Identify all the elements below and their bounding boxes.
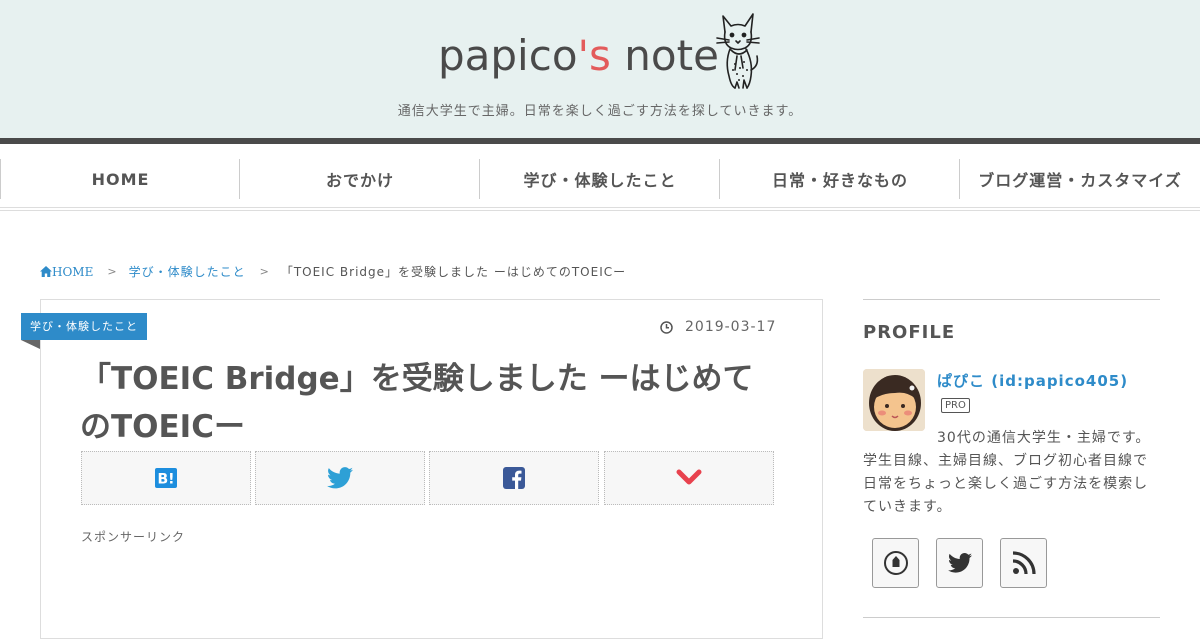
nav-item-blog[interactable]: ブログ運営・カスタマイズ: [959, 159, 1200, 199]
article-title: 「TOEIC Bridge」を受験しました ーはじめてのTOEICー: [80, 361, 754, 445]
pro-badge: PRO: [941, 398, 970, 413]
category-label-fold: [21, 340, 40, 349]
svg-text:B!: B!: [157, 472, 174, 488]
site-tagline: 通信大学生で主婦。日常を楽しく過ごす方法を探していきます。: [397, 104, 803, 119]
nav-item-nichijou[interactable]: 日常・好きなもの: [719, 159, 960, 199]
nav-item-label: ブログ運営・カスタマイズ: [978, 171, 1182, 190]
site-logo[interactable]: papico's note: [438, 26, 719, 86]
nav-item-odekake[interactable]: おでかけ: [239, 159, 480, 199]
logo-accent: 's: [577, 31, 611, 80]
breadcrumb-current: 「TOEIC Bridge」を受験しました ーはじめてのTOEICー: [280, 265, 627, 279]
rss-button[interactable]: [1000, 538, 1047, 588]
breadcrumb-home-label: HOME: [52, 264, 94, 279]
nav-item-label: HOME: [91, 169, 150, 189]
global-nav: HOME おでかけ 学び・体験したこと 日常・好きなもの ブログ運営・カスタマイ…: [0, 144, 1200, 210]
facebook-share-button[interactable]: [429, 451, 599, 505]
nav-item-label: おでかけ: [325, 171, 394, 190]
hatena-bookmark-icon: B!: [155, 468, 177, 488]
pocket-icon: [676, 469, 702, 485]
twitter-share-button[interactable]: [255, 451, 425, 505]
sidebar-divider: [863, 299, 1160, 300]
sponsor-label: スポンサーリンク: [81, 530, 186, 544]
pocket-share-button[interactable]: [604, 451, 774, 505]
profile-description: 30代の通信大学生・主婦です。学生目線、主婦目線、ブログ初心者目線で日常をちょっ…: [863, 430, 1151, 515]
nav-divider: [0, 210, 1200, 211]
twitter-icon: [947, 553, 972, 573]
avatar[interactable]: [863, 369, 925, 431]
nav-item-label: 学び・体験したこと: [523, 171, 677, 190]
avatar-illustration: [863, 369, 925, 431]
chevron-right-icon: >: [107, 265, 117, 278]
sidebar-divider: [863, 617, 1160, 618]
cat-logo-icon: [716, 13, 760, 89]
feedly-icon: [883, 551, 908, 575]
feedly-button[interactable]: [872, 538, 919, 588]
twitter-icon: [327, 467, 353, 489]
twitter-follow-button[interactable]: [936, 538, 983, 588]
nav-divider: [0, 207, 1200, 208]
logo-rest: note: [610, 31, 719, 80]
profile-heading: PROFILE: [863, 322, 956, 343]
nav-item-home[interactable]: HOME: [0, 159, 240, 199]
breadcrumb-home[interactable]: HOME: [40, 265, 93, 279]
hatena-share-button[interactable]: B!: [81, 451, 251, 505]
clock-icon: [660, 320, 673, 334]
breadcrumb: HOME > 学び・体験したこと > 「TOEIC Bridge」を受験しました…: [40, 263, 626, 280]
nav-item-manabi[interactable]: 学び・体験したこと: [479, 159, 720, 199]
profile-name[interactable]: ぱぴこ (id:papico405): [937, 370, 1128, 391]
home-icon: [40, 266, 52, 277]
post-date: 2019-03-17: [660, 319, 776, 335]
facebook-icon: [503, 467, 525, 489]
post-date-value: 2019-03-17: [685, 319, 777, 335]
rss-icon: [1012, 551, 1036, 575]
chevron-right-icon: >: [259, 265, 269, 278]
category-label[interactable]: 学び・体験したこと: [21, 313, 147, 340]
logo-main: papico: [438, 31, 578, 80]
site-header: papico's note 通信大学生で主婦。日常を楽しく過ごす方法を探していき…: [0, 0, 1200, 138]
nav-item-label: 日常・好きなもの: [771, 171, 908, 190]
breadcrumb-category[interactable]: 学び・体験したこと: [129, 263, 246, 280]
